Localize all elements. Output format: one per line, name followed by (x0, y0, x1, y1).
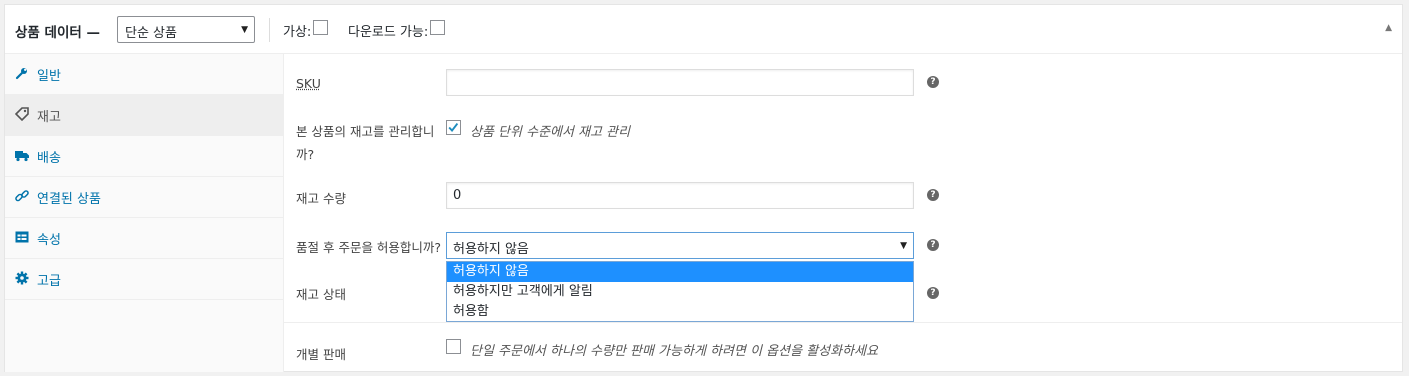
help-icon: ? (927, 239, 939, 251)
checkmark-icon (448, 123, 459, 132)
gear-icon (15, 271, 29, 285)
help-icon: ? (927, 287, 939, 299)
divider (284, 322, 1402, 323)
sold-individually-checkbox[interactable] (446, 339, 461, 354)
tab-label: 고급 (37, 274, 61, 289)
backorders-value: 허용하지 않음 (453, 242, 529, 257)
dropdown-option[interactable]: 허용하지만 고객에게 알림 (447, 282, 913, 302)
backorders-select[interactable]: 허용하지 않음 ▼ (446, 232, 914, 259)
backorders-dropdown: 허용하지 않음 허용하지만 고객에게 알림 허용함 (446, 261, 914, 322)
stock-qty-input[interactable]: 0 (446, 182, 914, 209)
product-data-tabs: 일반 재고 배송 연결된 상품 속성 고급 (5, 54, 284, 372)
tab-label: 속성 (37, 233, 61, 248)
stock-qty-label: 재고 수량 (296, 191, 346, 206)
manage-stock-label: 본 상품의 재고를 관리합니 (296, 124, 435, 139)
collapse-toggle-icon[interactable]: ▲ (1385, 23, 1392, 33)
table-icon (15, 231, 29, 243)
virtual-checkbox[interactable] (313, 20, 328, 35)
backorders-label: 품절 후 주문을 허용합니까? (296, 240, 442, 255)
product-type-select[interactable]: 단순 상품 ▼ (117, 16, 255, 43)
help-icon: ? (927, 189, 939, 201)
chevron-down-icon: ▼ (900, 241, 907, 251)
tab-label: 배송 (37, 151, 61, 166)
downloadable-checkbox[interactable] (430, 20, 445, 35)
sold-individually-label: 개별 판매 (296, 347, 346, 362)
downloadable-label: 다운로드 가능: (348, 25, 429, 40)
tab-inventory[interactable]: 재고 (5, 95, 283, 136)
tab-label: 연결된 상품 (37, 192, 101, 207)
tag-icon (15, 107, 29, 121)
tab-general[interactable]: 일반 (5, 54, 283, 95)
stock-qty-value: 0 (453, 188, 462, 203)
inventory-fields: SKU ? 본 상품의 재고를 관리합니 까? 상품 단위 수준에서 재고 관리… (284, 54, 1402, 372)
help-icon: ? (927, 76, 939, 88)
link-icon (15, 190, 29, 202)
chevron-down-icon: ▼ (241, 25, 248, 35)
stock-status-label: 재고 상태 (296, 287, 346, 302)
sku-input[interactable] (446, 69, 914, 96)
tab-advanced[interactable]: 고급 (5, 259, 283, 300)
tab-label: 재고 (37, 110, 61, 125)
sku-label: SKU (296, 76, 321, 91)
tab-label: 일반 (37, 69, 61, 84)
tab-shipping[interactable]: 배송 (5, 136, 283, 177)
panel-header: 상품 데이터 — 단순 상품 ▼ 가상: 다운로드 가능: ▲ (5, 5, 1402, 54)
tab-linked-products[interactable]: 연결된 상품 (5, 177, 283, 218)
wrench-icon (15, 68, 27, 80)
product-type-value: 단순 상품 (125, 26, 177, 41)
product-data-panel: 상품 데이터 — 단순 상품 ▼ 가상: 다운로드 가능: ▲ 일반 재고 배송… (4, 4, 1403, 372)
manage-stock-checkbox[interactable] (446, 120, 461, 135)
sold-individually-desc: 단일 주문에서 하나의 수량만 판매 가능하게 하려면 이 옵션을 활성화하세요 (470, 344, 878, 359)
manage-stock-desc: 상품 단위 수준에서 재고 관리 (470, 125, 631, 140)
tab-attributes[interactable]: 속성 (5, 218, 283, 259)
virtual-label: 가상: (283, 25, 312, 40)
panel-title: 상품 데이터 — (15, 25, 100, 41)
dropdown-option[interactable]: 허용하지 않음 (447, 262, 913, 282)
manage-stock-label-cont: 까? (296, 147, 315, 162)
truck-icon (15, 151, 29, 162)
divider (269, 18, 270, 42)
dropdown-option[interactable]: 허용함 (447, 302, 913, 322)
